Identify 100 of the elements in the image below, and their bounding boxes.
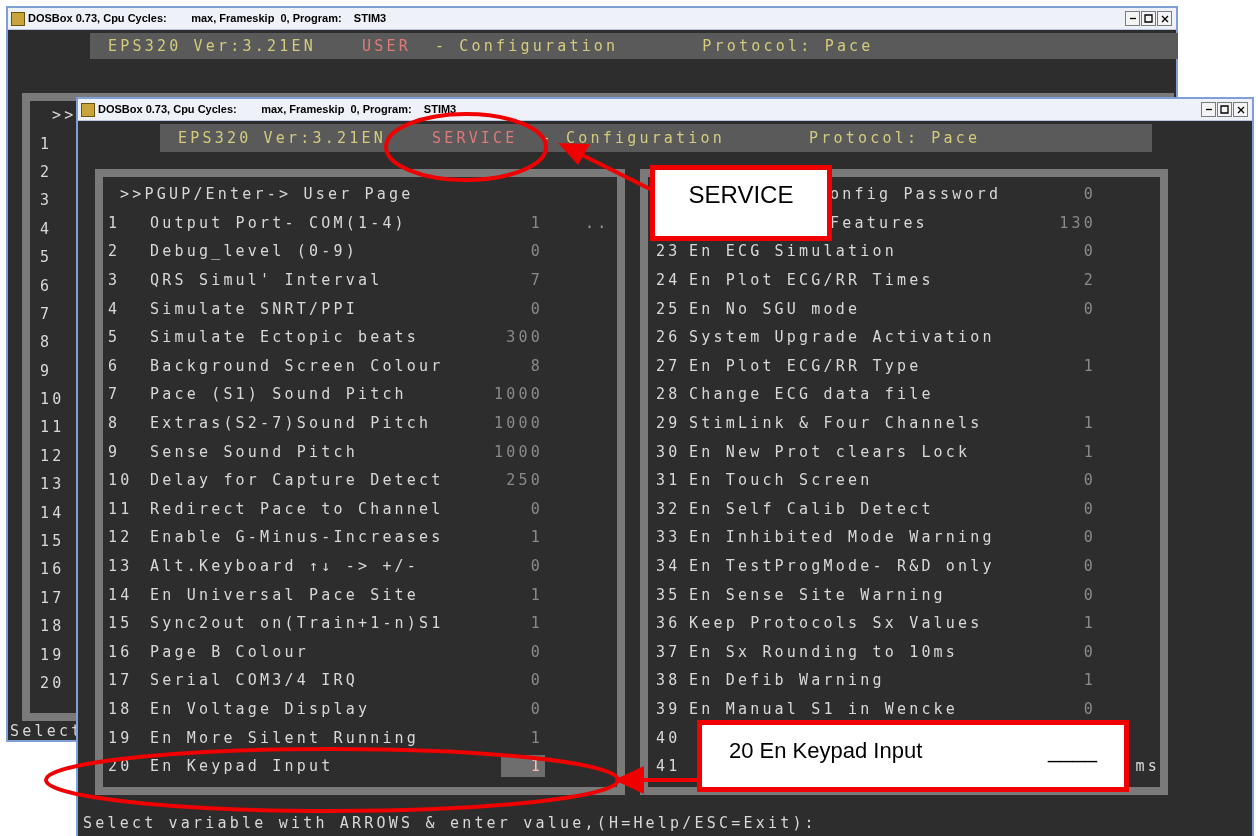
setting-label: En Inhibited Mode Warning [689,528,995,547]
setting-label: Change ECG data file [689,385,934,404]
setting-value[interactable]: 250 [506,469,545,492]
maximize-button[interactable] [1217,102,1232,117]
setting-value[interactable]: 0 [530,640,545,663]
row-number: 18 [108,700,133,718]
status-prompt: Select variable with ARROWS & enter value,(H=Help/ESC=Exit): [83,814,817,832]
close-button[interactable] [1157,11,1172,26]
setting-value[interactable]: 1 [1083,440,1098,463]
setting-label: Serial COM3/4 IRQ [150,671,358,690]
callout-text: 20 En Keypad Input [729,738,923,764]
minimize-icon [1128,17,1137,20]
row-number: 3 [40,191,53,210]
setting-value[interactable]: 1 [1083,669,1098,692]
row-number: 12 [108,528,133,547]
row-number: 40 [656,728,681,747]
row-number: 28 [656,385,681,404]
setting-value[interactable]: 0 [530,497,545,520]
row-number: 33 [656,528,681,547]
setting-value[interactable]: 0 [1083,297,1098,320]
minimize-icon [1204,108,1213,111]
setting-label: QRS Simul' Interval [150,271,383,290]
app-icon [81,102,95,117]
setting-value[interactable]: 0 [530,698,545,720]
row-number: 8 [108,414,121,433]
fill-in-line: ____ [1048,738,1097,764]
setting-label: StimLink & Four Channels [689,414,983,433]
setting-value[interactable]: 1 [530,211,545,234]
setting-value[interactable]: 0 [1083,526,1098,549]
row-number: 17 [40,588,65,607]
setting-value[interactable]: 0 [1083,640,1098,663]
setting-value[interactable]: 1 [1083,612,1098,635]
setting-label: En ECG Simulation [689,242,897,261]
row-number: 11 [40,418,65,437]
setting-label: En Sx Rounding to 10ms [689,642,959,661]
page-hint: >> [52,106,77,125]
setting-label: Redirect Pace to Channel [150,499,444,518]
setting-value[interactable]: 1 [530,726,545,749]
row-number: 8 [40,333,53,352]
setting-value[interactable]: 0 [1083,583,1098,606]
setting-label: En More Silent Running [150,728,420,747]
row-number: 15 [40,532,65,551]
row-number: 19 [40,645,65,664]
row-number: 2 [40,162,53,181]
setting-value[interactable]: 0 [1083,469,1098,492]
setting-value[interactable]: 1 [1083,354,1098,377]
setting-value[interactable]: 1 [530,612,545,635]
row-number: 5 [108,328,121,347]
setting-label: En No SGU mode [689,299,861,318]
setting-value[interactable]: 2 [1083,269,1098,292]
setting-value[interactable]: 0 [1083,555,1098,577]
setting-value[interactable]: 1 [530,583,545,606]
row-number: 25 [656,299,681,318]
protocol-label: Protocol: Pace [702,37,874,55]
setting-label: En Touch Screen [689,471,873,490]
setting-value[interactable]: 0 [1083,183,1098,206]
setting-value[interactable]: 130 [1059,211,1098,234]
row-number: 10 [108,471,133,490]
row-number: 2 [108,242,121,261]
row-number: 5 [40,248,53,267]
row-number: 11 [108,499,133,518]
setting-label: En TestProgMode- R&D only [689,557,995,575]
setting-value[interactable]: 1 [1083,412,1098,435]
row-number: 3 [108,271,121,290]
setting-label: System Upgrade Activation [689,328,995,347]
close-icon [1160,14,1169,23]
row-number: 31 [656,471,681,490]
row-number: 13 [40,475,65,494]
row-number: 29 [656,414,681,433]
setting-value[interactable]: 0 [530,555,545,577]
setting-value[interactable]: 1000 [494,412,545,435]
protocol-label: Protocol: Pace [809,129,981,147]
product-version: EPS320 Ver:3.21EN [178,129,386,147]
row-number: 17 [108,671,133,690]
app-icon [11,11,25,26]
setting-value[interactable]: 300 [506,326,545,349]
setting-value[interactable]: 1 [530,526,545,549]
setting-value[interactable]: 8 [530,354,545,377]
callout-text: SERVICE [688,181,794,210]
setting-value[interactable]: 0 [530,297,545,320]
setting-value[interactable]: 0 [1083,698,1098,720]
setting-value[interactable]: 1000 [494,440,545,463]
setting-value[interactable]: 1000 [494,383,545,406]
setting-value[interactable]: 0 [530,669,545,692]
setting-value[interactable]: 0 [1083,240,1098,263]
setting-value[interactable]: 0 [530,240,545,263]
setting-label: Delay for Capture Detect [150,471,444,490]
row-number: 36 [656,614,681,633]
setting-value[interactable]: 0 [1083,497,1098,520]
row-number: 34 [656,557,681,575]
product-version: EPS320 Ver:3.21EN [108,37,316,55]
close-button[interactable] [1233,102,1248,117]
minimize-button[interactable] [1125,11,1140,26]
minimize-button[interactable] [1201,102,1216,117]
maximize-button[interactable] [1141,11,1156,26]
row-number: 24 [656,271,681,290]
section-title: - Configuration [434,37,619,55]
maximize-icon [1144,14,1153,23]
setting-value[interactable]: 7 [530,269,545,292]
setting-label: Enable G-Minus-Increases [150,528,444,547]
